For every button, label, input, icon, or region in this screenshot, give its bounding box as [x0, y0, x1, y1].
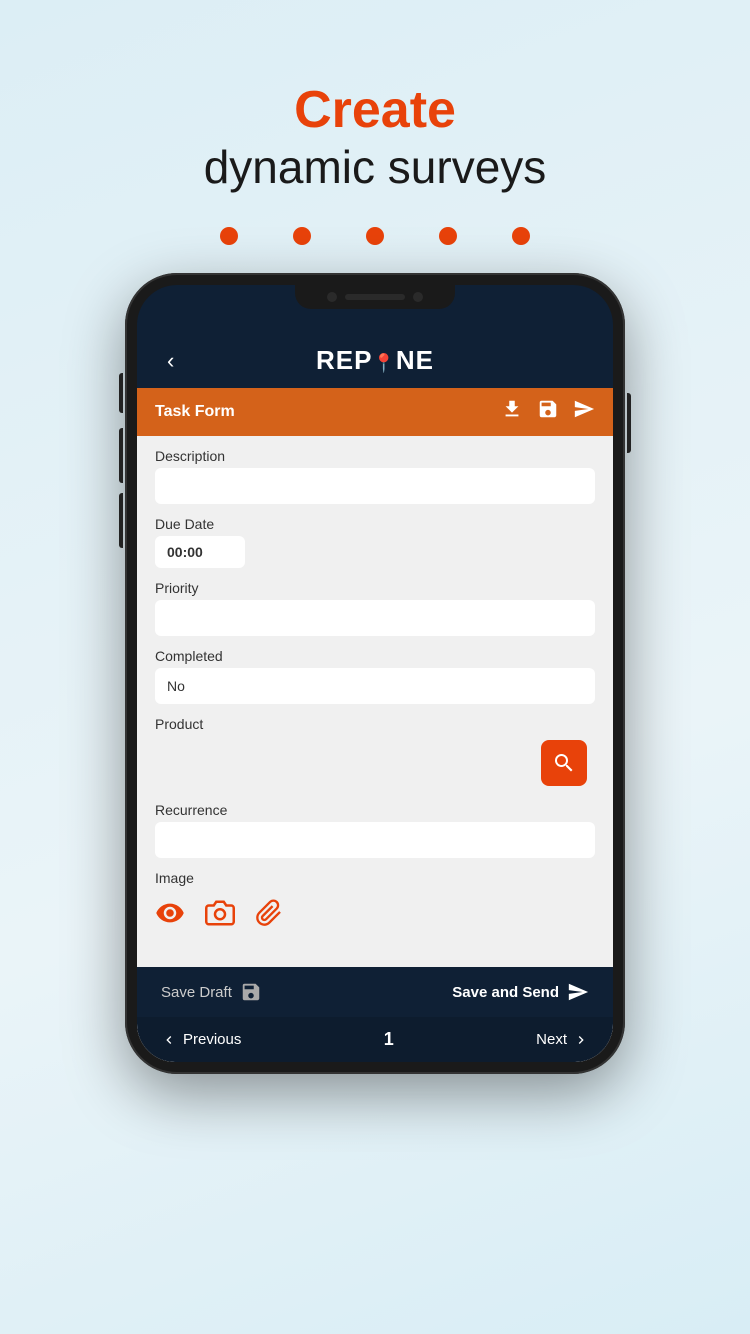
product-search-button[interactable]: [541, 740, 587, 786]
priority-label: Priority: [155, 580, 595, 596]
image-label: Image: [155, 870, 595, 886]
completed-label: Completed: [155, 648, 595, 664]
product-field: Product: [155, 716, 595, 790]
bottom-bar: Save Draft Save and Send: [137, 967, 613, 1017]
priority-field: Priority: [155, 580, 595, 636]
save-draft-label: Save Draft: [161, 984, 232, 1001]
app-header: ‹ REP📍NE: [137, 333, 613, 388]
priority-input[interactable]: [155, 600, 595, 636]
phone-screen: ‹ REP📍NE Task Form: [137, 333, 613, 1062]
recurrence-label: Recurrence: [155, 802, 595, 818]
due-date-label: Due Date: [155, 516, 595, 532]
phone-wrapper: ‹ REP📍NE Task Form: [125, 273, 625, 1074]
prev-button[interactable]: Previous: [161, 1031, 241, 1048]
product-row: [155, 736, 595, 790]
notch: [295, 285, 455, 309]
page-number: 1: [384, 1029, 394, 1050]
save-draft-button[interactable]: Save Draft: [161, 981, 262, 1003]
notch-dot-left: [327, 292, 337, 302]
dot-3: [366, 227, 384, 245]
due-date-input[interactable]: [155, 536, 245, 568]
phone-side-left1: [119, 373, 123, 413]
logo-rep: REP: [316, 345, 372, 375]
save-send-label: Save and Send: [452, 984, 559, 1001]
logo-pin-icon: 📍: [372, 353, 395, 373]
recurrence-input[interactable]: [155, 822, 595, 858]
description-input[interactable]: [155, 468, 595, 504]
product-label: Product: [155, 716, 595, 732]
hero-create: Create: [204, 80, 547, 140]
notch-speaker: [345, 294, 405, 300]
recurrence-field: Recurrence: [155, 802, 595, 858]
toolbar-icons: [501, 398, 595, 426]
form-content: Description Due Date Priority Completed: [137, 436, 613, 967]
next-label: Next: [536, 1031, 567, 1048]
dot-1: [220, 227, 238, 245]
back-button[interactable]: ‹: [167, 348, 174, 374]
notch-dot-right: [413, 292, 423, 302]
logo-zone: NE: [396, 345, 434, 375]
dot-2: [293, 227, 311, 245]
dots-row: [220, 227, 530, 245]
camera-icon[interactable]: [205, 898, 235, 935]
pagination-bar: Previous 1 Next: [137, 1017, 613, 1062]
toolbar: Task Form: [137, 388, 613, 436]
phone-outer: ‹ REP📍NE Task Form: [125, 273, 625, 1074]
prev-label: Previous: [183, 1031, 241, 1048]
dot-4: [439, 227, 457, 245]
description-label: Description: [155, 448, 595, 464]
phone-side-left2: [119, 428, 123, 483]
description-field: Description: [155, 448, 595, 504]
eye-icon[interactable]: [155, 898, 185, 935]
image-icons-row: [155, 890, 595, 943]
send-icon[interactable]: [573, 398, 595, 426]
hero-subtitle: dynamic surveys: [204, 140, 547, 195]
save-send-button[interactable]: Save and Send: [452, 981, 589, 1003]
completed-field: Completed: [155, 648, 595, 704]
next-button[interactable]: Next: [536, 1031, 589, 1048]
toolbar-title: Task Form: [155, 403, 235, 421]
hero-section: Create dynamic surveys: [204, 80, 547, 195]
image-field: Image: [155, 870, 595, 943]
completed-input[interactable]: [155, 668, 595, 704]
due-date-field: Due Date: [155, 516, 595, 568]
download-icon[interactable]: [501, 398, 523, 426]
phone-notch-bar: [137, 285, 613, 333]
dot-5: [512, 227, 530, 245]
phone-side-right: [627, 393, 631, 453]
logo: REP📍NE: [316, 345, 434, 376]
phone-side-left3: [119, 493, 123, 548]
save-icon[interactable]: [537, 398, 559, 426]
paperclip-icon[interactable]: [255, 899, 283, 934]
